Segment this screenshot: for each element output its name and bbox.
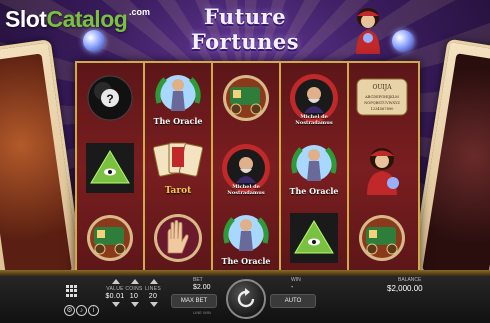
crystal-ball-left-icon (83, 30, 105, 52)
crystal-ball-right-icon (392, 30, 414, 52)
spin-arrow-icon (237, 288, 255, 308)
game-title: Future Fortunes (190, 4, 300, 54)
reel-cell: Michel de Nostradamus (281, 63, 347, 133)
reel-4: Michel de Nostradamus The Oracle (281, 63, 349, 273)
the-oracle-icon: The Oracle (151, 69, 205, 127)
fortune-teller-icon (355, 139, 409, 197)
svg-text:?: ? (106, 92, 113, 106)
reel-cell (145, 203, 211, 273)
bet-amount: $2.00 (193, 284, 211, 291)
win-amount: - (291, 284, 294, 291)
reel-1: ? (77, 63, 145, 273)
lines-decrease-arrow-icon[interactable] (150, 302, 158, 307)
fortune-teller-mascot-icon (356, 8, 380, 54)
spin-button[interactable] (226, 279, 266, 319)
nostradamus-icon: Michel de Nostradamus (219, 139, 273, 197)
value-decrease-arrow-icon[interactable] (112, 302, 120, 307)
svg-text:OUIJA: OUIJA (372, 84, 392, 91)
reel-5: OUIJA ABCDEFGHIJKLM NOPQRSTUVWXYZ 123456789… (349, 63, 418, 273)
nostradamus-icon: Michel de Nostradamus (287, 69, 341, 127)
coins-decrease-arrow-icon[interactable] (131, 302, 139, 307)
reel-cell: The Oracle (281, 133, 347, 203)
slotcatalog-watermark: SlotCatalog .com (5, 6, 151, 32)
reel-2: The Oracle Tarot (145, 63, 213, 273)
reel-cell: Tarot (145, 133, 211, 203)
reel-cell (77, 133, 143, 203)
reel-cell: The Oracle (213, 203, 279, 273)
menu-grid-icon[interactable] (66, 285, 78, 297)
svg-text:ABCDEFGHIJKLM: ABCDEFGHIJKLM (364, 95, 399, 99)
ouija-board-icon: OUIJA ABCDEFGHIJKLM NOPQRSTUVWXYZ 123456789… (355, 69, 409, 127)
info-icon[interactable]: i (88, 305, 99, 316)
auto-button[interactable]: AUTO (270, 294, 316, 308)
tarot-cards-icon: Tarot (151, 139, 205, 197)
the-oracle-icon: The Oracle (219, 209, 273, 267)
reel-cell: OUIJA ABCDEFGHIJKLM NOPQRSTUVWXYZ 123456789… (349, 63, 415, 133)
game-scene: SlotCatalog .com Future Fortunes ? The O… (0, 0, 490, 323)
reel-cell (213, 63, 279, 133)
lines-stat: LINES 20 (142, 286, 164, 300)
magic-8-ball-icon: ? (83, 69, 137, 127)
svg-text:NOPQRSTUVWXYZ: NOPQRSTUVWXYZ (364, 101, 400, 105)
palm-reading-icon (151, 209, 205, 267)
reel-cell (349, 133, 415, 203)
svg-text:1234567890: 1234567890 (371, 107, 395, 111)
max-bet-button[interactable]: MAX BET (171, 294, 217, 308)
pyramid-eye-icon (287, 209, 341, 267)
reel-cell: Michel de Nostradamus (213, 133, 279, 203)
reel-cell (349, 203, 415, 273)
balance-amount: $2,000.00 (387, 284, 423, 293)
reel-cell (77, 203, 143, 273)
bet-label: BET (193, 277, 203, 283)
coins-increase-arrow-icon[interactable] (131, 279, 139, 284)
reel-cell: The Oracle (145, 63, 211, 133)
line-win-label: LINE WIN (193, 310, 211, 315)
reel-3: Michel de Nostradamus The Oracle (213, 63, 281, 273)
win-label: WIN (291, 277, 301, 283)
the-oracle-icon: The Oracle (287, 139, 341, 197)
reel-cell (281, 203, 347, 273)
settings-icon[interactable]: ⚙ (64, 305, 75, 316)
lines-amount: 20 (148, 293, 158, 300)
lines-increase-arrow-icon[interactable] (150, 279, 158, 284)
sound-icon[interactable]: ♪ (76, 305, 87, 316)
reel-cell: ? (77, 63, 143, 133)
balance-label: BALANCE (398, 277, 422, 283)
gypsy-wagon-icon (219, 69, 273, 127)
gypsy-wagon-icon (83, 209, 137, 267)
reel-grid: ? The Oracle Tarot Michel de Nostradamus… (75, 61, 420, 275)
pyramid-eye-icon (83, 139, 137, 197)
gypsy-wagon-icon (355, 209, 409, 267)
value-increase-arrow-icon[interactable] (112, 279, 120, 284)
